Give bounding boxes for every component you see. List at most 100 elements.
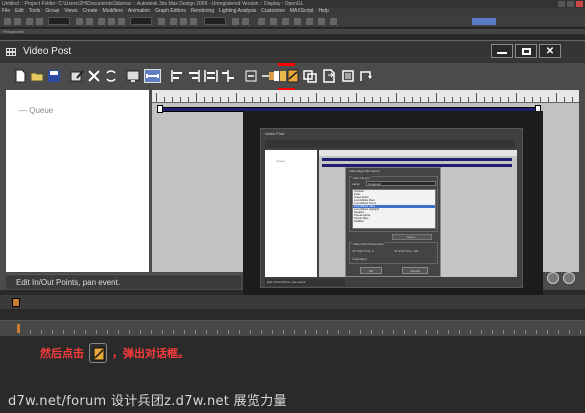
selection-filter-dropdown[interactable]	[48, 17, 70, 25]
ruler-tick	[236, 93, 237, 102]
menu-item-group[interactable]: Group	[45, 8, 59, 14]
caption-before: 然后点击	[40, 347, 84, 360]
menu-item-create[interactable]: Create	[83, 8, 98, 14]
menu-item-rendering[interactable]: Rendering	[191, 8, 214, 14]
minimize-button[interactable]	[491, 44, 513, 58]
filter-list[interactable]: Contrast Fade Image Alpha Lens Effects Flar…	[352, 189, 436, 229]
ruler-tick	[412, 97, 413, 102]
viewport-label[interactable]: Perspective	[3, 29, 24, 34]
redo-icon[interactable]	[14, 18, 21, 25]
open-sequence-icon[interactable]	[30, 69, 44, 83]
menu-item-maxscript[interactable]: MAXScript	[290, 8, 314, 14]
percent-snap-icon[interactable]	[190, 18, 197, 25]
queue-panel[interactable]: — Queue	[6, 90, 149, 272]
render-frame-icon[interactable]	[318, 18, 325, 25]
add-image-output-event-icon[interactable]	[322, 69, 336, 83]
menu-item-modifiers[interactable]: Modifiers	[103, 8, 123, 14]
named-selection-dropdown[interactable]	[204, 17, 226, 25]
reference-coordinate-dropdown[interactable]	[130, 17, 152, 25]
select-object-icon[interactable]	[76, 18, 83, 25]
layer-manager-icon[interactable]	[258, 18, 265, 25]
schematic-view-icon[interactable]	[282, 18, 289, 25]
add-image-input-event-icon[interactable]	[273, 69, 287, 83]
edit-current-event-icon[interactable]	[70, 69, 84, 83]
menu-item-lighting-analysis[interactable]: Lighting Analysis	[219, 8, 256, 14]
snap-icon[interactable]	[170, 18, 177, 25]
max-search-box[interactable]	[472, 18, 496, 25]
edit-range-bar-icon[interactable]	[144, 69, 161, 83]
setup-button[interactable]: Setup...	[392, 234, 432, 240]
align-right-icon[interactable]	[187, 69, 201, 83]
max-track-bar[interactable]	[0, 320, 585, 336]
vp-end-value[interactable]: 100	[413, 249, 418, 253]
link-icon[interactable]	[26, 18, 33, 25]
menu-item-customize[interactable]: Customize	[261, 8, 285, 14]
track-tick	[360, 330, 361, 334]
rotate-icon[interactable]	[108, 18, 115, 25]
video-post-titlebar[interactable]: Video Post ✕	[0, 41, 585, 63]
menu-item-help[interactable]: Help	[319, 8, 329, 14]
zoom-region-icon[interactable]	[547, 272, 559, 284]
swap-events-icon[interactable]	[104, 69, 118, 83]
save-sequence-icon[interactable]	[47, 69, 61, 83]
preview-status: Edit In/Out Points, pan event.	[265, 279, 345, 286]
enabled-checkbox[interactable]: ☑ Enabled	[352, 257, 367, 261]
menu-item-graph-editors[interactable]: Graph Editors	[155, 8, 186, 14]
track-tick	[52, 330, 53, 334]
max-minimize-button[interactable]	[558, 1, 565, 7]
angle-snap-icon[interactable]	[180, 18, 187, 25]
keyframe-marker[interactable]	[17, 324, 20, 333]
make-same-size-icon[interactable]	[204, 69, 218, 83]
render-setup-icon[interactable]	[306, 18, 313, 25]
undo-icon[interactable]	[4, 18, 11, 25]
delete-current-event-icon[interactable]	[87, 69, 101, 83]
caption-after: ，弹出对话框。	[112, 347, 189, 360]
mirror-icon[interactable]	[232, 18, 239, 25]
align-icon[interactable]	[242, 18, 249, 25]
quick-render-icon[interactable]	[330, 18, 337, 25]
range-start-handle[interactable]	[157, 105, 163, 113]
track-tick	[162, 330, 163, 334]
add-image-layer-event-icon[interactable]	[303, 69, 317, 83]
add-external-event-icon[interactable]	[341, 69, 355, 83]
cancel-button[interactable]: Cancel	[402, 267, 428, 274]
menu-item-edit[interactable]: Edit	[15, 8, 24, 14]
ruler-tick	[468, 97, 469, 102]
align-left-icon[interactable]	[170, 69, 184, 83]
material-editor-icon[interactable]	[294, 18, 301, 25]
track-tick	[338, 330, 339, 334]
max-maximize-button[interactable]	[567, 1, 574, 7]
pivot-icon[interactable]	[158, 18, 165, 25]
add-image-filter-event-icon[interactable]	[286, 69, 300, 83]
move-icon[interactable]	[98, 18, 105, 25]
vp-start-value[interactable]: 0	[372, 249, 374, 253]
unlink-icon[interactable]	[36, 18, 43, 25]
ruler-tick	[516, 93, 517, 102]
max-close-button[interactable]	[576, 1, 583, 7]
maximize-icon	[522, 48, 531, 55]
time-slider-handle[interactable]	[12, 298, 20, 307]
orbit-icon[interactable]	[563, 272, 575, 284]
curve-editor-icon[interactable]	[270, 18, 277, 25]
max-time-slider[interactable]	[0, 295, 585, 309]
viewport-label-strip: Perspective	[0, 29, 585, 34]
zoom-extents-icon[interactable]	[244, 69, 258, 83]
scale-icon[interactable]	[118, 18, 125, 25]
timeline-ruler[interactable]	[152, 90, 579, 103]
close-button[interactable]: ✕	[539, 44, 561, 58]
menu-item-views[interactable]: Views	[64, 8, 77, 14]
filter-item[interactable]: Starfield	[353, 220, 435, 223]
execute-sequence-icon[interactable]	[126, 69, 140, 83]
ruler-tick	[556, 93, 557, 102]
new-sequence-icon[interactable]	[13, 69, 27, 83]
menu-item-file[interactable]: File	[2, 8, 10, 14]
menu-item-animation[interactable]: Animation	[128, 8, 150, 14]
maximize-button[interactable]	[515, 44, 537, 58]
menu-item-tools[interactable]: Tools	[29, 8, 41, 14]
abut-selected-icon[interactable]	[221, 69, 235, 83]
ok-button[interactable]: OK	[360, 267, 382, 274]
select-by-name-icon[interactable]	[86, 18, 93, 25]
watermark: d7w.net/forum 设计兵团z.d7w.net 展览力量	[8, 394, 287, 409]
add-loop-event-icon[interactable]	[359, 69, 373, 83]
label-input[interactable]: Unnamed	[366, 181, 436, 186]
